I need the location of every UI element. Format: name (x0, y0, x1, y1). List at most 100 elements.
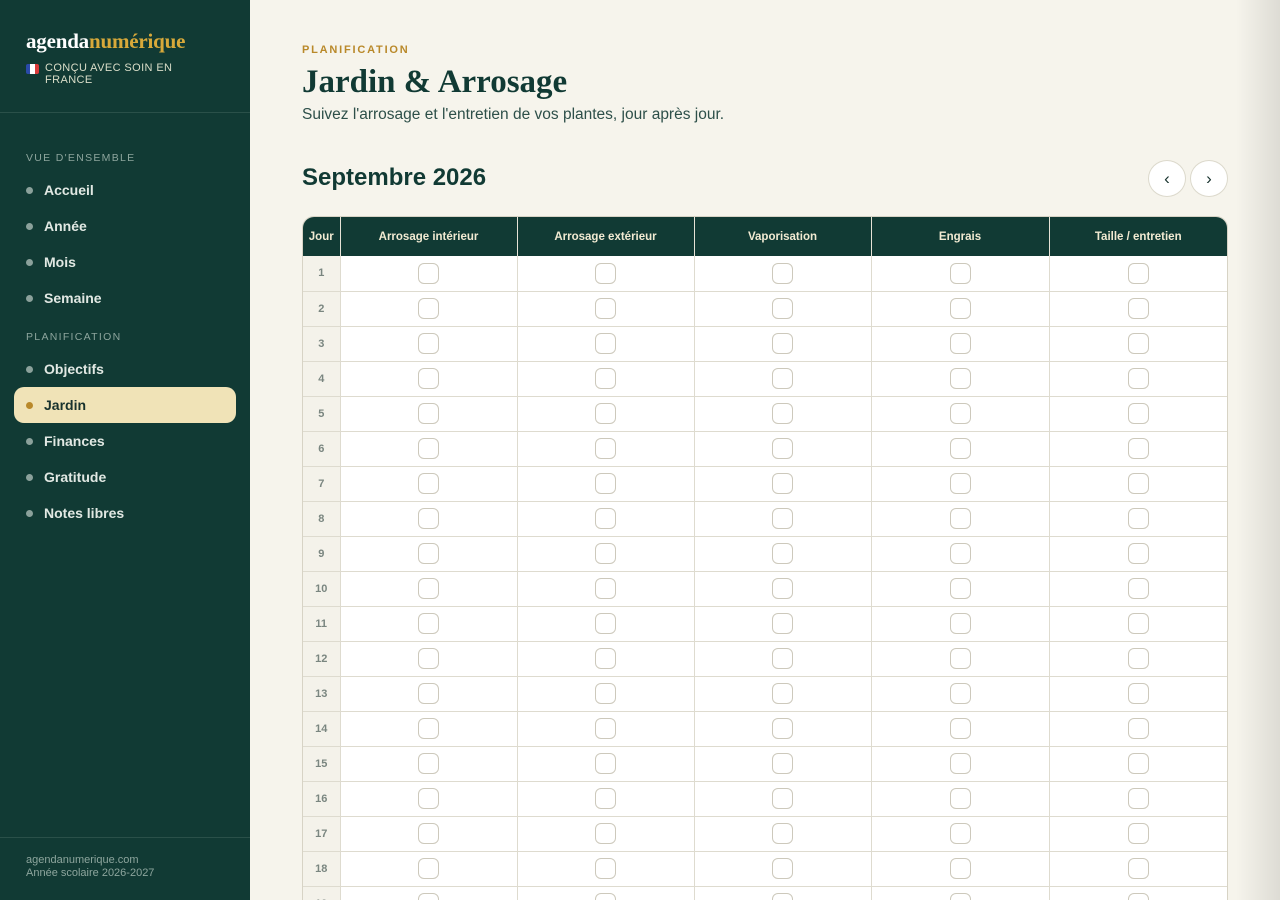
task-checkbox[interactable] (1127, 613, 1149, 634)
task-checkbox[interactable] (418, 578, 439, 599)
task-checkbox[interactable] (949, 508, 971, 529)
task-checkbox[interactable] (772, 648, 793, 669)
task-checkbox[interactable] (772, 753, 793, 774)
task-checkbox[interactable] (949, 858, 971, 879)
task-checkbox[interactable] (1127, 578, 1149, 599)
task-checkbox[interactable] (949, 438, 971, 459)
task-checkbox[interactable] (595, 823, 616, 844)
task-checkbox[interactable] (418, 753, 439, 774)
task-checkbox[interactable] (949, 368, 971, 389)
task-checkbox[interactable] (772, 262, 793, 284)
task-checkbox[interactable] (418, 648, 439, 669)
task-checkbox[interactable] (418, 508, 439, 529)
task-checkbox[interactable] (772, 368, 793, 389)
sidebar-item-objectifs[interactable]: Objectifs (14, 351, 236, 387)
task-checkbox[interactable] (1127, 648, 1149, 669)
task-checkbox[interactable] (772, 333, 793, 354)
task-checkbox[interactable] (1127, 543, 1149, 564)
task-checkbox[interactable] (772, 613, 793, 634)
task-checkbox[interactable] (1127, 508, 1149, 529)
task-checkbox[interactable] (949, 298, 971, 319)
sidebar-item-accueil[interactable]: Accueil (14, 172, 236, 208)
task-checkbox[interactable] (595, 788, 616, 809)
task-checkbox[interactable] (949, 333, 971, 354)
task-checkbox[interactable] (595, 438, 616, 459)
task-checkbox[interactable] (595, 368, 616, 389)
task-checkbox[interactable] (1127, 368, 1149, 389)
task-checkbox[interactable] (595, 298, 616, 319)
task-checkbox[interactable] (418, 543, 439, 564)
task-checkbox[interactable] (772, 718, 793, 739)
task-checkbox[interactable] (949, 893, 971, 900)
task-checkbox[interactable] (595, 473, 616, 494)
task-checkbox[interactable] (418, 403, 439, 424)
task-checkbox[interactable] (595, 403, 616, 424)
footer-website[interactable]: agendanumerique.com (26, 854, 154, 867)
task-checkbox[interactable] (418, 298, 439, 319)
task-checkbox[interactable] (1127, 298, 1149, 319)
task-checkbox[interactable] (1127, 788, 1149, 809)
task-checkbox[interactable] (418, 718, 439, 739)
task-checkbox[interactable] (418, 613, 439, 634)
task-checkbox[interactable] (772, 438, 793, 459)
task-checkbox[interactable] (772, 823, 793, 844)
task-checkbox[interactable] (595, 753, 616, 774)
task-checkbox[interactable] (772, 578, 793, 599)
task-checkbox[interactable] (772, 508, 793, 529)
task-checkbox[interactable] (772, 788, 793, 809)
task-checkbox[interactable] (772, 473, 793, 494)
task-checkbox[interactable] (418, 368, 439, 389)
task-checkbox[interactable] (1127, 893, 1149, 900)
task-checkbox[interactable] (418, 823, 439, 844)
task-checkbox[interactable] (1127, 823, 1149, 844)
task-checkbox[interactable] (949, 403, 971, 424)
task-checkbox[interactable] (595, 508, 616, 529)
task-checkbox[interactable] (949, 648, 971, 669)
sidebar-item-finances[interactable]: Finances (14, 423, 236, 459)
task-checkbox[interactable] (418, 788, 439, 809)
sidebar-item-gratitude[interactable]: Gratitude (14, 459, 236, 495)
sidebar-item-jardin[interactable]: Jardin (14, 387, 236, 423)
task-checkbox[interactable] (1127, 473, 1149, 494)
task-checkbox[interactable] (418, 473, 439, 494)
task-checkbox[interactable] (949, 823, 971, 844)
task-checkbox[interactable] (595, 893, 616, 900)
sidebar-item-mois[interactable]: Mois (14, 244, 236, 280)
task-checkbox[interactable] (1127, 753, 1149, 774)
task-checkbox[interactable] (418, 333, 439, 354)
sidebar-item-annee[interactable]: Année (14, 208, 236, 244)
task-checkbox[interactable] (418, 893, 439, 900)
previous-month-button[interactable]: ‹ (1148, 160, 1186, 197)
task-checkbox[interactable] (772, 298, 793, 319)
task-checkbox[interactable] (595, 613, 616, 634)
task-checkbox[interactable] (772, 893, 793, 900)
task-checkbox[interactable] (418, 262, 439, 284)
task-checkbox[interactable] (595, 543, 616, 564)
task-checkbox[interactable] (949, 753, 971, 774)
task-checkbox[interactable] (595, 333, 616, 354)
task-checkbox[interactable] (949, 543, 971, 564)
sidebar-item-semaine[interactable]: Semaine (14, 280, 236, 316)
task-checkbox[interactable] (949, 718, 971, 739)
task-checkbox[interactable] (949, 262, 971, 284)
task-checkbox[interactable] (949, 683, 971, 704)
task-checkbox[interactable] (418, 438, 439, 459)
task-checkbox[interactable] (949, 473, 971, 494)
task-checkbox[interactable] (595, 648, 616, 669)
task-checkbox[interactable] (772, 683, 793, 704)
task-checkbox[interactable] (949, 578, 971, 599)
task-checkbox[interactable] (595, 578, 616, 599)
brand-logo[interactable]: agendanumérique (26, 29, 185, 54)
task-checkbox[interactable] (1127, 683, 1149, 704)
task-checkbox[interactable] (595, 262, 616, 284)
task-checkbox[interactable] (1127, 403, 1149, 424)
task-checkbox[interactable] (949, 613, 971, 634)
task-checkbox[interactable] (1127, 333, 1149, 354)
task-checkbox[interactable] (772, 543, 793, 564)
task-checkbox[interactable] (1127, 718, 1149, 739)
task-checkbox[interactable] (949, 788, 971, 809)
task-checkbox[interactable] (595, 858, 616, 879)
task-checkbox[interactable] (418, 683, 439, 704)
next-month-button[interactable]: › (1190, 160, 1228, 197)
sidebar-item-notes-libres[interactable]: Notes libres (14, 495, 236, 531)
